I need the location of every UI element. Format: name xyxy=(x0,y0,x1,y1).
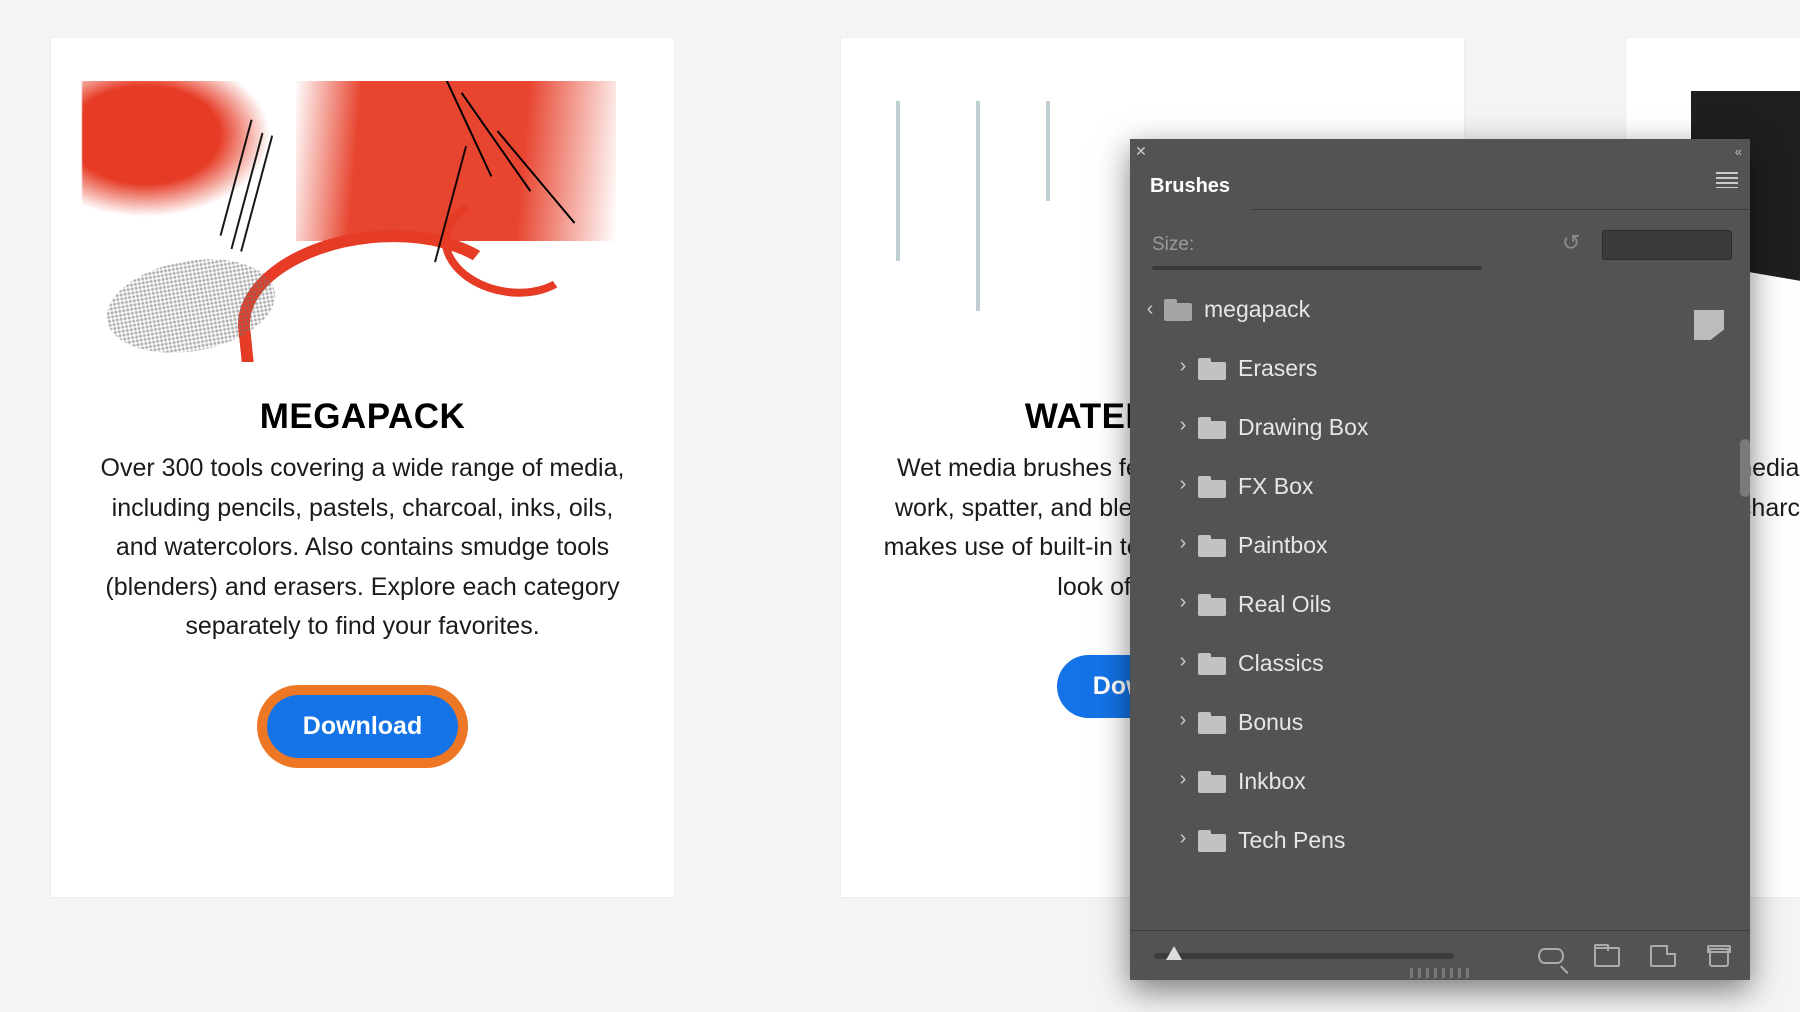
slider-knob-icon[interactable] xyxy=(1166,946,1182,960)
close-icon[interactable]: ✕ xyxy=(1130,143,1152,160)
new-group-icon[interactable] xyxy=(1594,945,1620,967)
folder-label: Inkbox xyxy=(1238,768,1306,795)
folder-icon xyxy=(1198,417,1226,439)
size-input[interactable] xyxy=(1602,230,1732,260)
panel-resize-grip[interactable] xyxy=(1410,968,1470,978)
download-button[interactable]: Download xyxy=(267,695,458,758)
folder-label: Drawing Box xyxy=(1238,414,1368,441)
panel-tabrow: Brushes xyxy=(1130,164,1750,210)
folder-label: Tech Pens xyxy=(1238,827,1345,854)
folder-item[interactable]: Classics xyxy=(1130,634,1750,693)
folder-label: Paintbox xyxy=(1238,532,1328,559)
megapack-artwork xyxy=(76,81,651,362)
folder-item[interactable]: Erasers xyxy=(1130,339,1750,398)
reset-size-icon[interactable] xyxy=(1562,235,1588,255)
folder-icon xyxy=(1198,830,1226,852)
preview-visibility-icon[interactable] xyxy=(1538,945,1564,967)
chevron-right-icon xyxy=(1174,593,1192,616)
folder-label: Bonus xyxy=(1238,709,1303,736)
card-title: MEGAPACK xyxy=(51,397,674,437)
folder-icon xyxy=(1198,535,1226,557)
folder-label: FX Box xyxy=(1238,473,1313,500)
panel-menu-icon[interactable] xyxy=(1716,172,1738,188)
chevron-right-icon xyxy=(1174,770,1192,793)
card-description: Over 300 tools covering a wide range of … xyxy=(51,449,674,647)
folder-icon xyxy=(1198,594,1226,616)
folder-icon xyxy=(1198,771,1226,793)
folder-item[interactable]: Bonus xyxy=(1130,693,1750,752)
folder-icon xyxy=(1198,653,1226,675)
folder-item[interactable]: Real Oils xyxy=(1130,575,1750,634)
chevron-down-icon xyxy=(1138,301,1161,319)
brush-folder-tree: megapack Erasers Drawing Box FX Box Pain… xyxy=(1130,270,1750,930)
thumbnail-size-slider[interactable] xyxy=(1154,953,1454,959)
delete-icon[interactable] xyxy=(1706,945,1732,967)
new-brush-icon[interactable] xyxy=(1650,945,1676,967)
collapse-icon[interactable]: « xyxy=(1735,144,1742,159)
folder-icon xyxy=(1198,712,1226,734)
folder-item[interactable]: Inkbox xyxy=(1130,752,1750,811)
panel-titlebar[interactable]: ✕ « xyxy=(1130,139,1750,164)
chevron-right-icon xyxy=(1174,534,1192,557)
folder-item[interactable]: Drawing Box xyxy=(1130,398,1750,457)
folder-label: megapack xyxy=(1204,296,1310,323)
folder-icon xyxy=(1198,358,1226,380)
size-label: Size: xyxy=(1152,234,1194,256)
folder-label: Erasers xyxy=(1238,355,1317,382)
folder-label: Real Oils xyxy=(1238,591,1331,618)
size-slider[interactable] xyxy=(1152,266,1482,270)
folder-item[interactable]: FX Box xyxy=(1130,457,1750,516)
chevron-right-icon xyxy=(1174,475,1192,498)
scrollbar-thumb[interactable] xyxy=(1740,439,1750,497)
chevron-right-icon xyxy=(1174,829,1192,852)
folder-root[interactable]: megapack xyxy=(1130,280,1750,339)
tab-brushes[interactable]: Brushes xyxy=(1130,163,1252,210)
folder-item[interactable]: Tech Pens xyxy=(1130,811,1750,870)
chevron-right-icon xyxy=(1174,652,1192,675)
folder-item[interactable]: Paintbox xyxy=(1130,516,1750,575)
folder-label: Classics xyxy=(1238,650,1324,677)
brushes-panel: ✕ « Brushes Size: megapack Erasers Drawi… xyxy=(1130,139,1750,980)
folder-icon xyxy=(1164,299,1192,321)
brush-pack-card: MEGAPACK Over 300 tools covering a wide … xyxy=(50,37,675,898)
chevron-right-icon xyxy=(1174,357,1192,380)
folder-icon xyxy=(1198,476,1226,498)
chevron-right-icon xyxy=(1174,416,1192,439)
chevron-right-icon xyxy=(1174,711,1192,734)
